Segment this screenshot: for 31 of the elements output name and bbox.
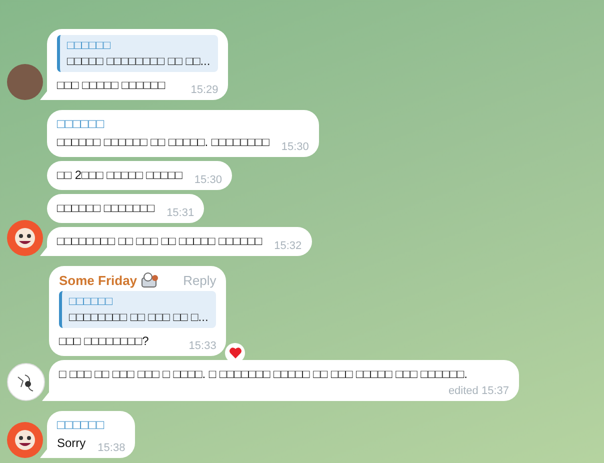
avatar-icon [7,363,45,401]
quote-author: □□□□□□ [69,294,114,308]
message-text: □ □□□ □□ □□□ □□□ □ □□□□. □ □□□□□□□ □□□□□ □□ □□□ □□□□□ □□□ □□□□□□. [59,366,468,383]
sender-name[interactable]: □□□□□□ [57,116,104,131]
sender-name[interactable]: □□□□□□ [57,417,104,432]
reply-quote[interactable]: □□□□□□ □□□□□□□□ □□ □□□ □□ □... [59,291,216,328]
quote-text: □□□□□ □□□□□□□□ □□ □□... [67,54,210,68]
reply-link[interactable]: Reply [183,272,216,288]
message-time: 15:32 [274,240,302,252]
reply-quote[interactable]: □□□□□□ □□□□□ □□□□□□□□ □□ □□... [57,35,218,72]
quote-author: □□□□□□ [67,38,112,52]
message-time: 15:31 [166,207,194,219]
quote-text: □□□□□□□□ □□ □□□ □□ □... [69,310,208,324]
message-time: 15:29 [190,84,218,96]
message-text: □□□□□□□□ □□ □□□ □□ □□□□□ □□□□□□ [57,233,262,250]
message-text: □□□□□□ □□□□□□□ [57,200,155,217]
sender-name[interactable]: Some Friday [59,272,138,288]
message-time: 15:38 [98,442,126,454]
message-text: □□□ □□□□□ □□□□□□ [57,77,166,94]
message-text: Sorry [57,435,86,452]
avatar-icon [7,220,43,256]
avatar-icon [7,422,43,458]
message-text: □□□□□□ □□□□□□ □□ □□□□□. □□□□□□□□ [57,134,270,151]
avatar-photo-placeholder [7,64,43,100]
message-time: 15:30 [281,141,309,153]
message-text: □□ 2□□□ □□□□□ □□□□□ [57,167,182,184]
heart-icon [228,347,242,359]
message-time: 15:30 [194,174,222,186]
message-time: 15:33 [188,340,216,352]
message-time: edited 15:37 [448,385,509,397]
message-text: □□□ □□□□□□□□? [59,333,149,350]
